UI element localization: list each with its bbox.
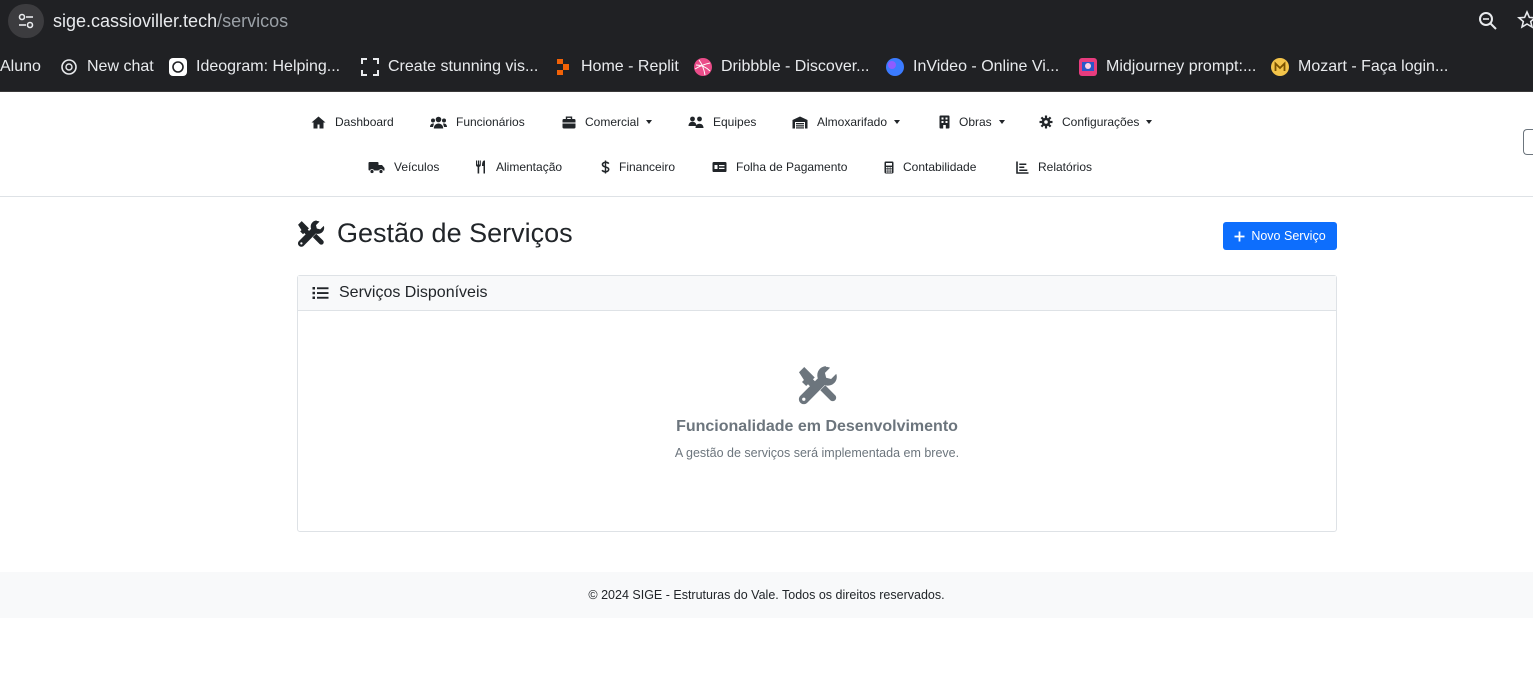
tools-icon [796,364,838,411]
bookmark-label: Ideogram: Helping... [196,58,341,75]
nav-label: Funcionários [456,115,525,129]
chevron-down-icon [1146,120,1153,124]
empty-state-text: A gestão de serviços será implementada e… [674,446,960,460]
card-title: Serviços Disponíveis [339,284,488,301]
nav-comercial[interactable]: Comercial [562,112,653,132]
home-icon [311,116,326,128]
nav-alimentacao[interactable]: Alimentação [475,157,562,177]
url-field[interactable]: sige.cassioviller.tech/servicos [53,11,288,32]
mozart-icon [1270,57,1290,77]
footer: © 2024 SIGE - Estruturas do Vale. Todos … [0,572,1533,618]
nav-label: Relatórios [1038,160,1093,174]
bookmark-dribbble[interactable]: Dribbble - Discover... [693,56,870,78]
midjourney-icon [1078,57,1098,77]
nav-label: Equipes [713,115,757,129]
bookmark-replit[interactable]: Home - Replit [553,56,679,78]
dribbble-icon [693,57,713,77]
tools-icon [297,220,325,247]
nav-almoxarifado[interactable]: Almoxarifado [792,112,901,132]
navbar-toggle-button[interactable] [1523,129,1533,155]
nav-contabilidade[interactable]: Contabilidade [884,157,976,177]
bookmark-label: Midjourney prompt:... [1106,58,1257,75]
frame-icon [360,57,380,77]
briefcase-icon [562,116,576,128]
bookmark-invideo[interactable]: InVideo - Online Vi... [885,56,1059,78]
page-title: Gestão de Serviços [296,216,573,250]
bookmark-star-icon[interactable] [1517,10,1533,35]
dollar-icon [601,160,610,174]
calculator-icon [884,161,894,173]
replit-icon [553,57,573,77]
url-host: sige.cassioviller.tech [53,11,218,31]
users-icon [430,116,447,128]
nav-label: Veículos [394,160,440,174]
bookmark-mozart[interactable]: Mozart - Faça login... [1270,56,1448,78]
nav-label: Almoxarifado [817,115,888,129]
bookmark-new-chat[interactable]: New chat [59,56,154,78]
nav-label: Financeiro [619,160,676,174]
nav-dashboard[interactable]: Dashboard [311,112,394,132]
nav-folha-pagamento[interactable]: Folha de Pagamento [712,157,847,177]
chevron-down-icon [894,120,901,124]
nav-equipes[interactable]: Equipes [688,112,756,132]
app-navbar [0,93,1533,197]
bookmark-label: InVideo - Online Vi... [913,58,1060,75]
url-path: /servicos [217,11,289,31]
nav-label: Configurações [1062,115,1140,129]
bookmark-aluno[interactable]: Aluno [0,56,41,78]
plus-icon [1234,231,1245,241]
new-service-button[interactable]: Novo Serviço [1223,222,1337,250]
building-icon [939,115,950,129]
bookmark-label: Create stunning vis... [388,58,539,75]
ideogram-icon [168,57,188,77]
warehouse-icon [792,116,808,128]
browser-address-bar: sige.cassioviller.tech/servicos [0,0,1533,42]
empty-state-title: Funcionalidade em Desenvolvimento [676,418,958,435]
card-header: Serviços Disponíveis [298,276,1336,311]
bookmark-label: Mozart - Faça login... [1298,58,1449,75]
bookmark-midjourney[interactable]: Midjourney prompt:... [1078,56,1256,78]
nav-financeiro[interactable]: Financeiro [601,157,675,177]
nav-configuracoes[interactable]: Configurações [1039,112,1153,132]
nav-label: Contabilidade [903,160,977,174]
new-service-label: Novo Serviço [1251,229,1326,243]
nav-label: Obras [959,115,992,129]
chevron-down-icon [646,120,653,124]
nav-obras[interactable]: Obras [939,112,1005,132]
bookmark-label: New chat [87,58,154,75]
invideo-icon [885,57,905,77]
nav-veiculos[interactable]: Veículos [368,157,439,177]
openai-icon [59,57,79,77]
chevron-down-icon [998,120,1005,124]
truck-icon [368,161,385,174]
bookmark-create-stunning[interactable]: Create stunning vis... [360,56,538,78]
services-card: Serviços Disponíveis Funcionalidade em D… [297,275,1337,532]
zoom-icon[interactable] [1478,11,1498,36]
list-icon [312,287,329,299]
nav-relatorios[interactable]: Relatórios [1016,157,1092,177]
bookmark-label: Home - Replit [581,58,679,75]
gear-icon [1039,115,1053,129]
site-info-icon[interactable] [8,4,44,38]
footer-text: © 2024 SIGE - Estruturas do Vale. Todos … [588,588,945,602]
bookmarks-bar: Aluno New chat Ideogram: Helping... Crea… [0,42,1533,92]
id-card-icon [712,162,727,172]
chart-icon [1016,161,1029,174]
nav-label: Folha de Pagamento [736,160,848,174]
bookmark-label: Aluno [0,58,41,75]
nav-label: Dashboard [335,115,394,129]
nav-funcionarios[interactable]: Funcionários [430,112,525,132]
utensils-icon [476,160,485,174]
nav-label: Comercial [585,115,640,129]
bookmark-label: Dribbble - Discover... [721,58,870,75]
nav-label: Alimentação [496,160,563,174]
page-title-text: Gestão de Serviços [337,217,573,248]
bookmark-ideogram[interactable]: Ideogram: Helping... [168,56,340,78]
team-icon [688,116,704,128]
